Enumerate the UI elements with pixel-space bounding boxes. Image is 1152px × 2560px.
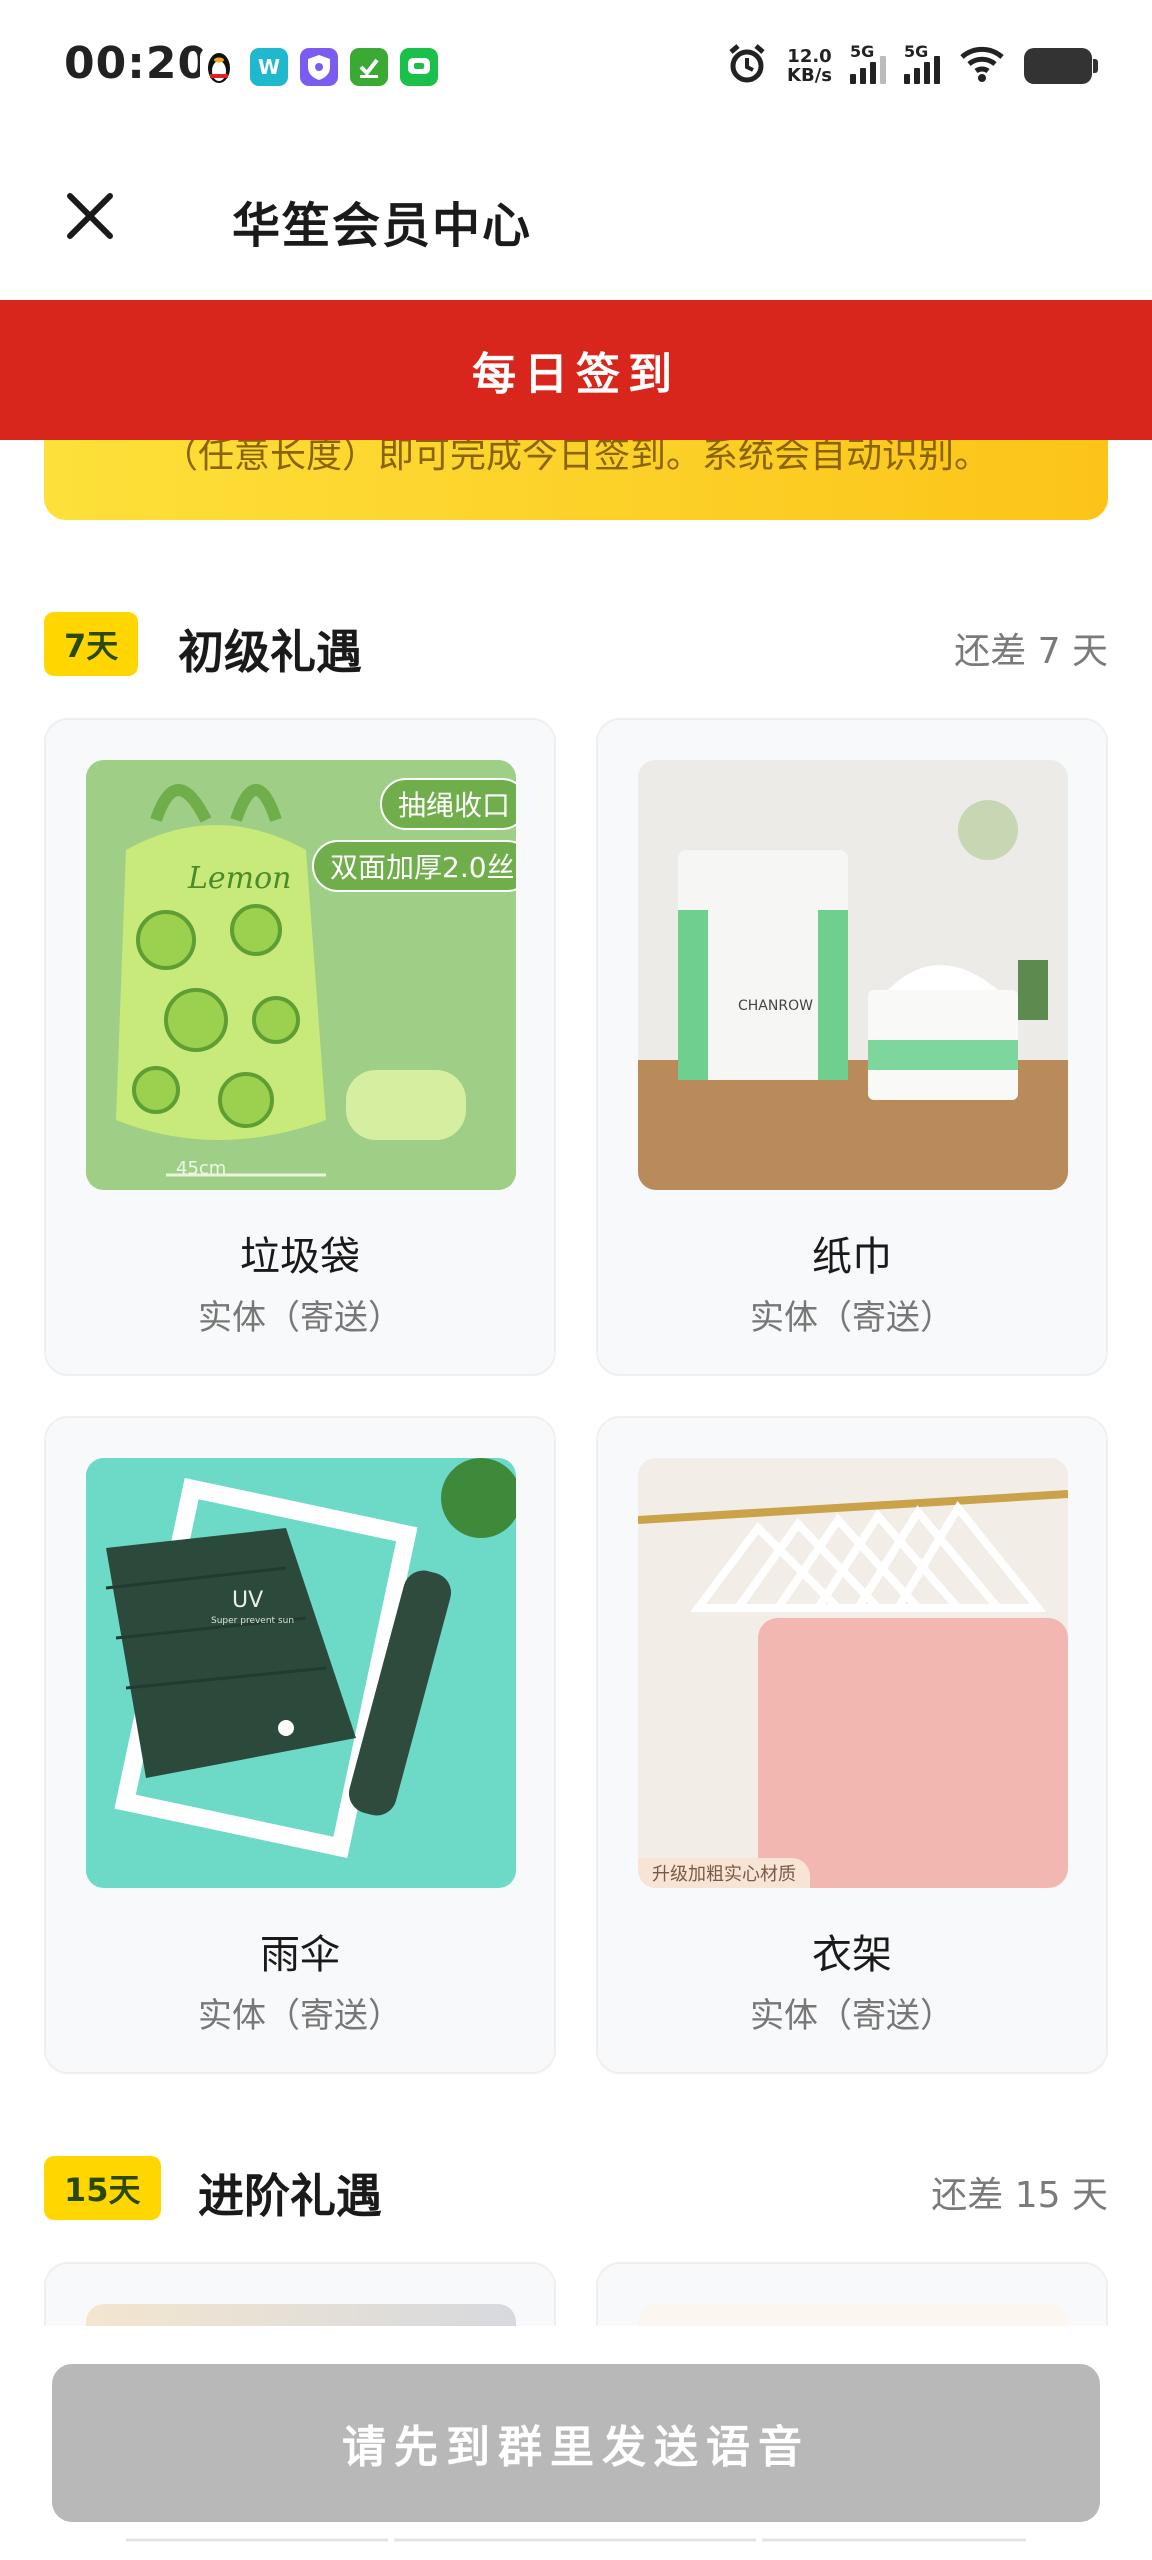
gift-type: 实体（寄送）: [198, 1298, 402, 1338]
day-badge: 15天: [44, 2156, 161, 2220]
battery-icon: [1024, 48, 1098, 84]
send-voice-button[interactable]: 请先到群里发送语音: [52, 2364, 1100, 2522]
gift-type: 实体（寄送）: [198, 1996, 402, 2036]
chat-app-icon: [400, 48, 438, 86]
gift-image-size-label: 45cm: [176, 1158, 227, 1179]
daily-checkin-banner[interactable]: 每日签到: [0, 300, 1152, 440]
gift-name: 纸巾: [812, 1234, 892, 1280]
gift-name: 雨伞: [260, 1932, 340, 1978]
gift-image-brand-text: Lemon: [188, 861, 292, 896]
gift-name: 垃圾袋: [240, 1234, 360, 1280]
days-remaining: 还差 15 天: [931, 2175, 1108, 2216]
shield-app-icon: [300, 48, 338, 86]
gift-card-trash-bags[interactable]: Lemon 抽绳收口 双面加厚2.0丝 45cm 垃圾袋 实体（寄送）: [44, 718, 556, 1376]
gift-image-brand-text: CHANROW: [738, 998, 813, 1014]
signal-strength-icon-2: 5G: [904, 42, 940, 84]
section-header-advanced: 15天 进阶礼遇 还差 15 天: [44, 2156, 1108, 2223]
gift-type: 实体（寄送）: [750, 1298, 954, 1338]
gift-image-brand-text: UV: [232, 1588, 264, 1613]
gift-card-umbrella[interactable]: UV Super prevent sun 雨伞 实体（寄送）: [44, 1416, 556, 2074]
title-bar: 华笙会员中心: [0, 140, 1152, 300]
days-remaining: 还差 7 天: [954, 631, 1108, 672]
gift-image-caption: 升级加粗实心材质: [638, 1858, 810, 1888]
gift-image-trash-bags: Lemon 抽绳收口 双面加厚2.0丝 45cm: [86, 760, 516, 1190]
gift-image-tag: 双面加厚2.0丝: [312, 840, 516, 892]
gift-type: 实体（寄送）: [750, 1996, 954, 2036]
close-icon: [67, 193, 113, 239]
task-check-app-icon: [350, 48, 388, 86]
gift-image-hangers: 升级加粗实心材质: [638, 1458, 1068, 1888]
day-badge: 7天: [44, 612, 139, 676]
section-header-basic: 7天 初级礼遇 还差 7 天: [44, 612, 1108, 679]
section-title: 初级礼遇: [178, 625, 362, 679]
signal-strength-icon: 5G: [850, 42, 886, 84]
system-indicators: 12.0 KB/s 5G 5G: [725, 42, 1098, 90]
close-button[interactable]: [56, 182, 124, 250]
status-time: 00:20: [64, 38, 210, 89]
gift-card-hangers[interactable]: 升级加粗实心材质 衣架 实体（寄送）: [596, 1416, 1108, 2074]
notification-icons: W: [200, 48, 438, 86]
page-title: 华笙会员中心: [232, 198, 533, 254]
alarm-icon: [725, 42, 769, 90]
bottom-edge-lines: [126, 2538, 1026, 2542]
gift-image-sub-text: Super prevent sun: [211, 1616, 295, 1626]
wifi-icon: [958, 45, 1006, 87]
gift-card-tissues[interactable]: CHANROW 纸巾 实体（寄送）: [596, 718, 1108, 1376]
section-title: 进阶礼遇: [198, 2169, 382, 2223]
gift-name: 衣架: [812, 1932, 892, 1978]
network-speed: 12.0 KB/s: [787, 46, 832, 86]
wps-app-icon: W: [250, 48, 288, 86]
gift-image-tissues: CHANROW: [638, 760, 1068, 1190]
gift-image-umbrella: UV Super prevent sun: [86, 1458, 516, 1888]
qq-penguin-icon: [200, 48, 238, 86]
bottom-action-bar: 请先到群里发送语音: [0, 2326, 1152, 2560]
gift-image-tag: 抽绳收口: [380, 778, 516, 830]
status-bar: 00:20 W 12.0 KB/s 5G 5G: [0, 0, 1152, 140]
